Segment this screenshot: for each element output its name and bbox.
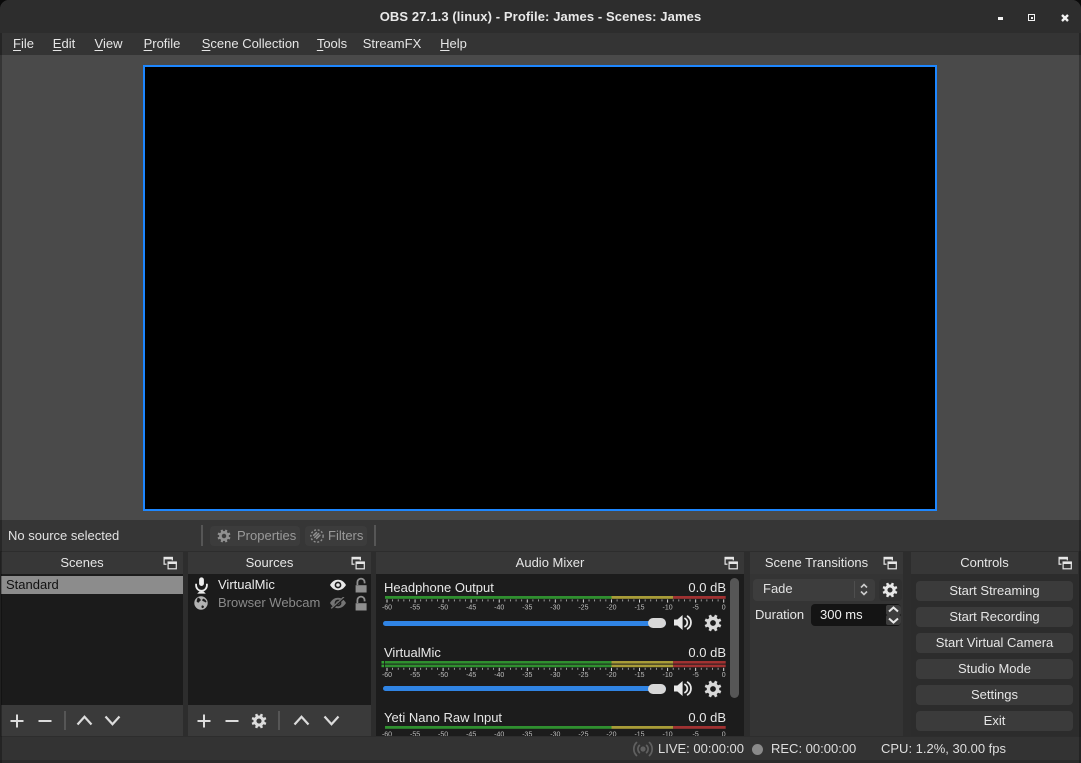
svg-text:-55: -55 [410, 731, 420, 736]
svg-text:-50: -50 [438, 731, 448, 736]
svg-text:-10: -10 [663, 672, 673, 679]
svg-text:-20: -20 [606, 731, 616, 736]
svg-text:-25: -25 [578, 672, 588, 679]
svg-text:-25: -25 [578, 604, 588, 611]
svg-text:-30: -30 [550, 672, 560, 679]
svg-text:-10: -10 [663, 604, 673, 611]
svg-text:-40: -40 [494, 672, 504, 679]
svg-text:-5: -5 [693, 731, 699, 736]
svg-text:-30: -30 [550, 731, 560, 736]
svg-text:-10: -10 [663, 731, 673, 736]
svg-text:0: 0 [722, 731, 726, 736]
svg-text:-5: -5 [693, 672, 699, 679]
svg-text:-55: -55 [410, 604, 420, 611]
svg-text:-25: -25 [578, 731, 588, 736]
svg-text:-5: -5 [693, 604, 699, 611]
svg-text:-45: -45 [466, 672, 476, 679]
svg-text:-40: -40 [494, 731, 504, 736]
svg-text:-35: -35 [522, 731, 532, 736]
svg-text:-50: -50 [438, 672, 448, 679]
svg-text:-50: -50 [438, 604, 448, 611]
svg-text:-15: -15 [634, 672, 644, 679]
svg-text:-45: -45 [466, 604, 476, 611]
svg-text:-60: -60 [382, 731, 392, 736]
svg-text:-30: -30 [550, 604, 560, 611]
svg-text:-20: -20 [606, 604, 616, 611]
svg-text:-15: -15 [634, 731, 644, 736]
svg-text:-40: -40 [494, 604, 504, 611]
svg-text:-55: -55 [410, 672, 420, 679]
svg-text:-60: -60 [382, 672, 392, 679]
svg-text:-20: -20 [606, 672, 616, 679]
svg-text:-35: -35 [522, 672, 532, 679]
svg-text:-15: -15 [634, 604, 644, 611]
svg-text:0: 0 [722, 604, 726, 611]
svg-text:-35: -35 [522, 604, 532, 611]
svg-text:-60: -60 [382, 604, 392, 611]
svg-text:-45: -45 [466, 731, 476, 736]
svg-text:0: 0 [722, 672, 726, 679]
